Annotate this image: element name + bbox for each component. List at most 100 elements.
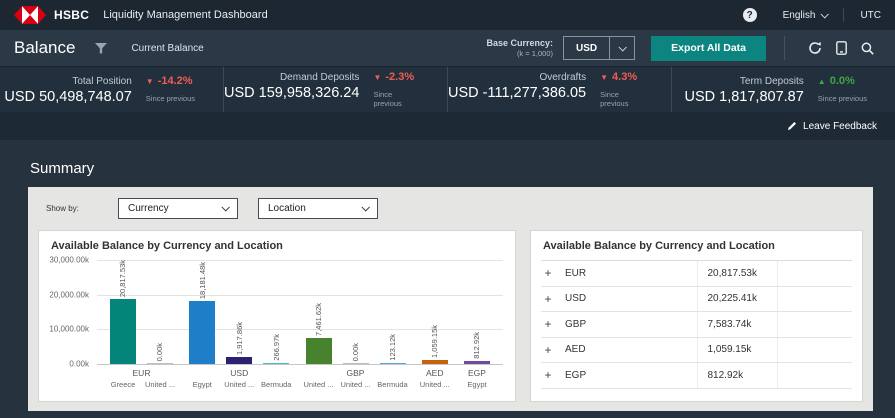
bar-usd-egypt[interactable]: 18,181.48k — [186, 260, 218, 364]
x-axis-currency-label: EGP — [468, 368, 486, 378]
triangle-icon: ▼ — [600, 73, 609, 82]
x-axis-location-labels: United ... United ... Bermuda — [303, 380, 409, 389]
base-currency-select[interactable]: USD — [563, 36, 636, 60]
bar-value-label: 0.00k — [155, 342, 165, 361]
x-axis-location-label: Egypt — [192, 380, 212, 389]
filter-button[interactable] — [95, 42, 108, 54]
summary-title: Summary — [30, 160, 95, 177]
x-axis-currency-label: EUR — [132, 368, 151, 378]
kpi-overdrafts: Overdrafts ▼ 4.3% USD -111,277,386.05 Sin… — [447, 67, 671, 112]
x-axis-location-label: United ... — [144, 380, 175, 389]
bar-rect — [305, 338, 332, 364]
expand-plus-icon[interactable]: + — [543, 266, 553, 280]
expand-plus-icon[interactable]: + — [543, 292, 553, 306]
bar-rect — [189, 300, 216, 364]
show-by-label: Show by: — [46, 203, 79, 213]
kpi-value: USD -111,277,386.05 — [448, 85, 587, 101]
triangle-icon: ▼ — [373, 73, 382, 82]
table-row-gbp: + GBP 7,583.74k — [541, 312, 852, 338]
row-empty-cell — [777, 261, 852, 286]
x-axis-currency-label: USD — [230, 368, 249, 378]
summary-panel: Show by: Currency Location Available Bal… — [28, 187, 873, 411]
bar-rect — [263, 362, 290, 364]
bar-egp-egypt[interactable]: 812.92k — [461, 260, 493, 364]
leave-feedback-button[interactable]: Leave Feedback — [787, 121, 877, 132]
expand-plus-icon[interactable]: + — [543, 368, 553, 382]
row-balance-value: 1,059.15k — [696, 337, 778, 362]
timezone-label: UTC — [860, 9, 881, 21]
header-divider — [843, 8, 845, 22]
show-by-row: Show by: Currency Location — [38, 195, 863, 221]
bar-group-egp: 812.92k EGP Egypt — [461, 260, 493, 389]
y-tick-label: 30,000.00k — [49, 255, 89, 265]
row-currency-label: USD — [565, 293, 587, 305]
location-select-value: Location — [268, 202, 306, 214]
feedback-strip: Leave Feedback — [0, 112, 895, 140]
x-axis-currency-label: AED — [426, 368, 444, 378]
kpi-delta: ▼ -14.2% — [145, 74, 193, 87]
x-axis-location-label: Greece — [110, 380, 136, 389]
chevron-down-icon — [618, 43, 628, 52]
show-by-currency-select[interactable]: Currency — [118, 197, 238, 219]
bar-rect — [379, 362, 406, 364]
bar-value-label: 123.12k — [387, 333, 397, 361]
kpi-value: USD 1,817,807.87 — [684, 88, 804, 105]
x-axis-currency-label: GBP — [346, 368, 365, 378]
bar-value-label: 7,461.62k — [313, 303, 323, 337]
base-currency-label: Base Currency: (k = 1,000) — [486, 37, 553, 58]
kpi-note: Since previous — [145, 93, 195, 103]
kpi-total-position: Total Position ▼ -14.2% USD 50,498,748.07… — [0, 67, 223, 112]
y-tick-label: 10,000.00k — [49, 324, 89, 334]
bar-usd-bermuda[interactable]: 266.97k — [260, 260, 292, 364]
bar-eur-greece[interactable]: 20,817.53k — [107, 260, 139, 364]
table-title: Available Balance by Currency and Locati… — [543, 240, 775, 252]
filter-icon — [95, 42, 108, 53]
kpi-label: Overdrafts — [539, 72, 587, 83]
bar-value-label: 812.92k — [472, 332, 482, 360]
show-by-location-select[interactable]: Location — [258, 197, 378, 219]
triangle-icon: ▼ — [145, 76, 154, 86]
y-axis: 30,000.00k 20,000.00k 10,000.00k 0.00k — [45, 256, 95, 369]
bar-rect — [464, 361, 490, 364]
base-currency-value: USD — [576, 42, 598, 54]
kpi-label: Total Position — [72, 75, 132, 87]
row-empty-cell — [777, 363, 852, 388]
bar-value-label: 1,917.86k — [234, 322, 244, 356]
help-icon[interactable]: ? — [742, 8, 757, 22]
language-dropdown[interactable]: English — [783, 10, 830, 21]
row-currency-label: EGP — [565, 369, 587, 381]
x-axis-location-label: United ... — [303, 380, 334, 389]
chart-card: Available Balance by Currency and Locati… — [38, 230, 516, 402]
bar-gbp-united[interactable]: 7,461.62k — [303, 260, 335, 364]
kpi-note: Since previous — [600, 90, 629, 108]
kpi-term-deposits: Term Deposits ▲ 0.0% USD 1,817,807.87 Sin… — [671, 67, 895, 112]
row-balance-value: 20,817.53k — [696, 261, 778, 286]
bar-gbp-united[interactable]: 0.00k — [340, 260, 372, 364]
search-icon[interactable] — [861, 42, 874, 55]
row-empty-cell — [777, 286, 852, 311]
expand-plus-icon[interactable]: + — [543, 343, 553, 357]
bar-gbp-bermuda[interactable]: 123.12k — [377, 260, 409, 364]
app-header: HSBC Liquidity Management Dashboard ? En… — [0, 0, 895, 30]
export-all-data-button[interactable]: Export All Data — [651, 35, 766, 61]
bookmark-icon[interactable] — [836, 41, 847, 55]
expand-plus-icon[interactable]: + — [543, 317, 553, 331]
bar-group-gbp: 7,461.62k 0.00k 123.12k GBP United ... United… — [303, 260, 409, 389]
bar-aed-united[interactable]: 1,059.15k — [419, 260, 451, 364]
x-axis-location-labels: United ... — [419, 380, 451, 389]
y-tick-label: 0.00k — [69, 359, 89, 369]
row-balance-value: 812.92k — [696, 363, 778, 388]
bar-rect — [110, 299, 136, 364]
x-axis-location-label: Egypt — [467, 380, 487, 389]
bar-eur-united[interactable]: 0.00k — [144, 260, 176, 364]
chevron-down-icon — [361, 203, 370, 212]
bar-usd-united[interactable]: 1,917.86k — [223, 260, 255, 364]
toolbar-divider — [784, 36, 785, 60]
refresh-icon[interactable] — [808, 41, 822, 55]
x-axis-location-label: United ... — [419, 380, 450, 389]
x-axis-location-label: Bermuda — [377, 380, 408, 389]
row-currency-label: AED — [565, 344, 586, 356]
row-balance-value: 20,225.41k — [696, 286, 778, 311]
table-row-aed: + AED 1,059.15k — [541, 337, 852, 363]
row-empty-cell — [777, 312, 852, 337]
